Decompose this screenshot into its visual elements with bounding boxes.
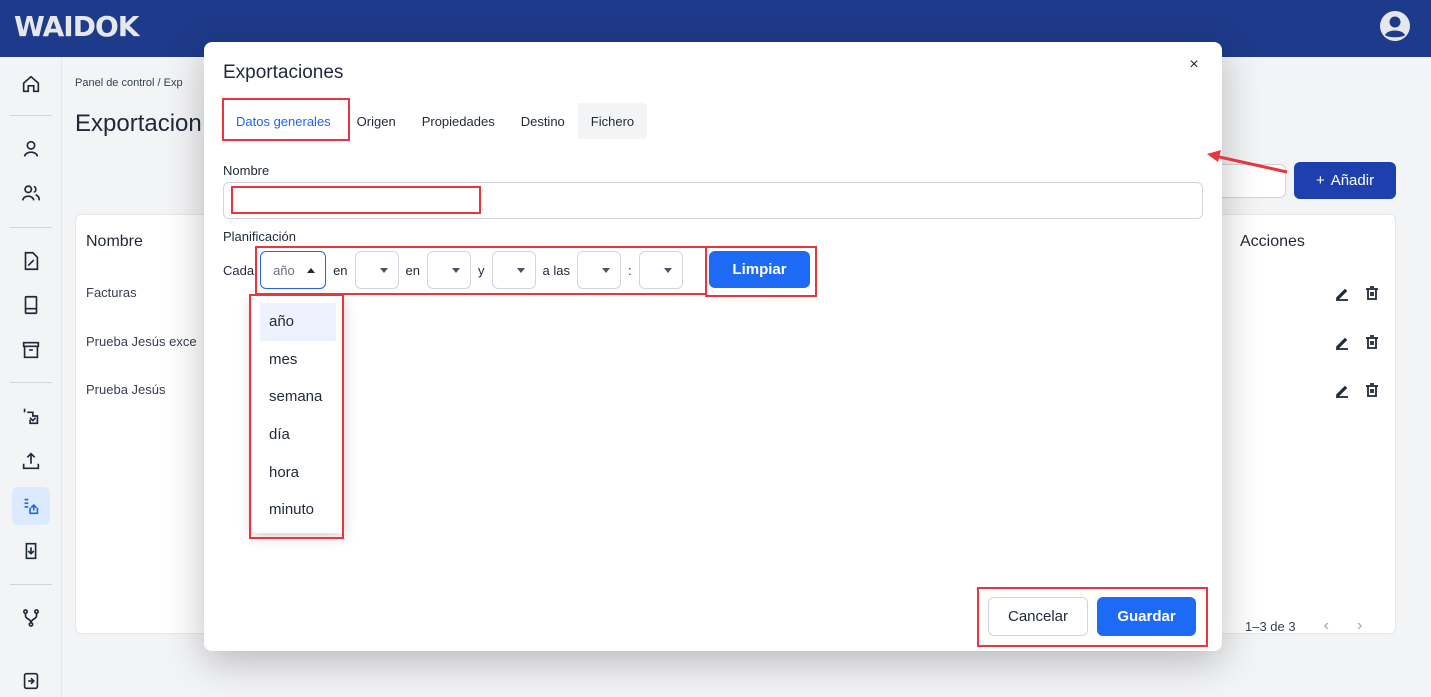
annotation-arrow-icon [1207,150,1288,174]
close-icon[interactable]: × [1185,56,1203,74]
en-label: en [405,262,421,278]
exports-dialog: Exportaciones × Datos generales Origen P… [204,42,1222,651]
cada-label: Cada [223,262,255,278]
colon-label: : [627,262,632,278]
select-en-1[interactable] [354,251,399,289]
dropdown-option[interactable]: minuto [260,491,336,529]
dropdown-option[interactable]: año [260,303,336,341]
dropdown-option[interactable]: hora [260,453,336,491]
caret-down-icon [601,267,610,273]
caret-down-icon [516,267,525,273]
minute-select[interactable] [638,251,683,289]
tab-fichero[interactable]: Fichero [578,103,647,139]
tab-destino[interactable]: Destino [507,103,578,139]
period-select[interactable]: año [260,251,327,289]
caret-down-icon [663,267,672,273]
tab-propiedades[interactable]: Propiedades [408,103,508,139]
caret-down-icon [452,267,461,273]
dropdown-option[interactable]: día [260,416,336,454]
period-select-value: año [273,262,295,278]
cancel-button[interactable]: Cancelar [988,597,1088,636]
caret-down-icon [379,267,388,273]
y-label: y [478,262,485,278]
limpiar-button[interactable]: Limpiar [709,251,810,288]
dialog-tabs: Datos generales Origen Propiedades Desti… [223,103,648,139]
hour-select[interactable] [576,251,621,289]
planificacion-label: Planificación [223,229,296,244]
save-button[interactable]: Guardar [1097,597,1196,636]
period-dropdown: año mes semana día hora minuto [252,295,344,533]
en-label: en [333,262,348,278]
nombre-label: Nombre [223,163,270,178]
select-y[interactable] [491,251,536,289]
dialog-title: Exportaciones [223,62,344,83]
select-en-2[interactable] [427,251,472,289]
caret-up-icon [307,267,316,273]
dropdown-option[interactable]: mes [260,341,336,379]
tab-datos-generales[interactable]: Datos generales [223,103,344,139]
a-las-label: a las [542,262,570,278]
nombre-input[interactable] [223,182,1203,219]
dropdown-option[interactable]: semana [260,378,336,416]
schedule-row: Cada año en en y a las : [223,251,690,289]
tab-origen[interactable]: Origen [343,103,409,139]
